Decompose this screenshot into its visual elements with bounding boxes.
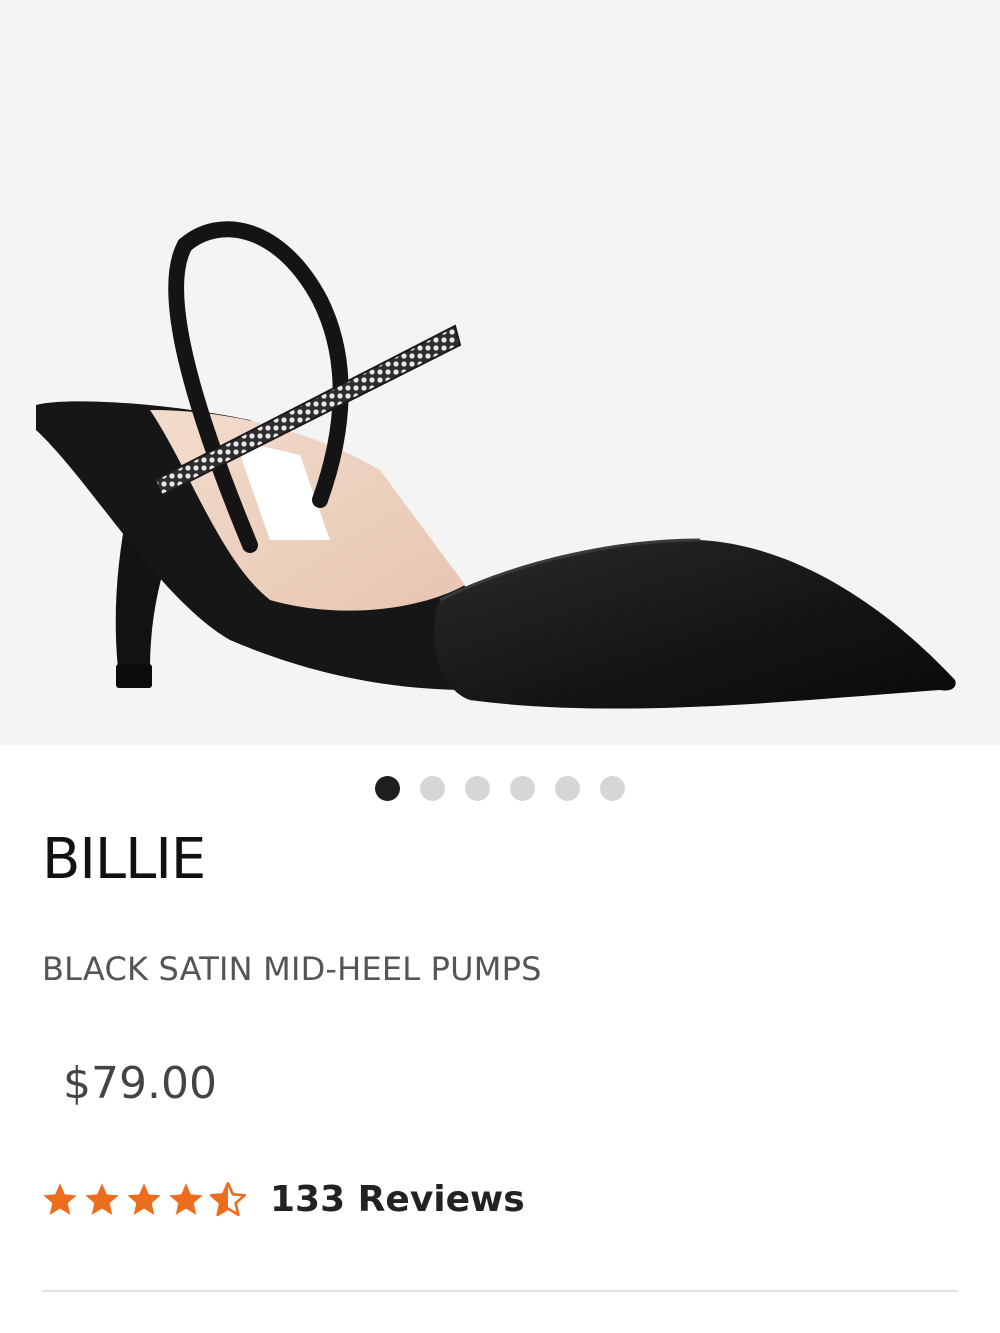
star-full-icon (40, 1180, 80, 1220)
carousel-dot-2[interactable] (420, 776, 445, 801)
product-title: BILLIE (42, 827, 206, 892)
product-price: $79.00 (63, 1058, 217, 1109)
star-full-icon (166, 1180, 206, 1220)
shoe-image (36, 221, 956, 709)
star-full-icon (124, 1180, 164, 1220)
star-rating (40, 1180, 248, 1220)
rating-summary[interactable]: 133 Reviews (40, 1180, 525, 1220)
star-half-icon (208, 1180, 248, 1220)
product-description: BLACK SATIN MID-HEEL PUMPS (42, 950, 542, 988)
carousel-dot-6[interactable] (600, 776, 625, 801)
reviews-link[interactable]: 133 Reviews (270, 1182, 525, 1218)
star-full-icon (82, 1180, 122, 1220)
product-image[interactable] (0, 0, 1000, 745)
carousel-dot-1[interactable] (375, 776, 400, 801)
section-divider (42, 1290, 958, 1292)
carousel-dot-3[interactable] (465, 776, 490, 801)
carousel-dot-4[interactable] (510, 776, 535, 801)
carousel-dot-5[interactable] (555, 776, 580, 801)
image-carousel-dots (0, 776, 1000, 802)
